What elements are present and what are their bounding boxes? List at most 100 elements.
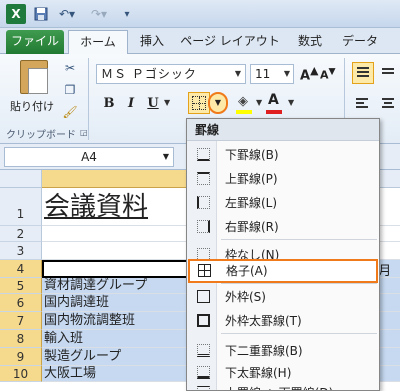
menu-item-label: 上罫線 + 下罫線(D): [225, 381, 333, 390]
menu-item-label: 右罫線(R): [225, 220, 279, 234]
align-line: [356, 102, 364, 104]
fill-color-dropdown-icon[interactable]: ▼: [256, 98, 262, 107]
grow-font-label: A: [300, 68, 311, 84]
menu-item-label: 外枠(S): [225, 290, 266, 304]
row-header[interactable]: 7: [0, 312, 42, 330]
shrink-font-button[interactable]: A▼: [320, 66, 336, 82]
tab-page-layout[interactable]: ページ レイアウト: [180, 30, 280, 54]
excel-app-icon[interactable]: X: [6, 4, 26, 24]
paste-label: 貼り付け: [10, 100, 54, 113]
group-divider: [88, 58, 89, 140]
menu-separator: [221, 333, 377, 334]
grow-font-button[interactable]: A▲: [300, 64, 318, 83]
align-line: [356, 106, 368, 108]
tab-home[interactable]: ホーム: [68, 30, 128, 54]
menu-item-bottom-double-border[interactable]: 下二重罫線(B): [187, 339, 379, 363]
menu-item-all-borders[interactable]: 格子(A): [188, 259, 378, 283]
menu-item-left-border[interactable]: 左罫線(L): [187, 191, 379, 215]
font-size-select[interactable]: 11 ▼: [250, 64, 294, 84]
row-header[interactable]: 4: [0, 260, 42, 278]
bottom-border-icon: [197, 148, 210, 161]
borders-button[interactable]: [188, 92, 210, 114]
customize-qat-icon[interactable]: ▾: [120, 4, 134, 24]
align-line: [357, 67, 369, 69]
menu-item-label: 上罫線(P): [225, 172, 278, 186]
format-painter-icon[interactable]: 🖌: [62, 104, 78, 120]
undo-icon[interactable]: ↶▾: [56, 4, 78, 24]
all-borders-icon: [198, 264, 211, 277]
row-header[interactable]: 9: [0, 348, 42, 366]
tab-formulas[interactable]: 数式: [288, 30, 332, 54]
chevron-down-icon: ▼: [162, 152, 169, 161]
clipboard-launcher-icon[interactable]: ◲: [80, 128, 88, 137]
font-color-dropdown-icon[interactable]: ▼: [288, 98, 294, 107]
borders-dropdown-button[interactable]: ▼: [208, 92, 228, 114]
align-line: [382, 72, 394, 74]
row-header[interactable]: 10: [0, 366, 42, 382]
redo-icon[interactable]: ↷▾: [88, 4, 110, 24]
tab-data[interactable]: データ: [338, 30, 382, 54]
underline-dropdown-icon[interactable]: ▼: [164, 98, 170, 107]
top-border-icon: [197, 172, 210, 185]
left-border-icon: [197, 196, 210, 209]
clipboard-group-label: クリップボード: [6, 130, 76, 141]
border-grid-icon: [192, 96, 206, 110]
menu-item-label: 下罫線(B): [225, 148, 279, 162]
name-box-value: A4: [81, 150, 97, 164]
menu-item-top-and-bottom-border[interactable]: 上罫線 + 下罫線(D): [187, 381, 379, 390]
row-header[interactable]: 2: [0, 226, 42, 242]
chevron-down-icon: ▼: [234, 69, 242, 78]
menu-item-bottom-border[interactable]: 下罫線(B): [187, 143, 379, 167]
name-box[interactable]: A4 ▼: [4, 147, 174, 167]
chevron-down-icon: ▼: [283, 69, 290, 78]
menu-item-right-border[interactable]: 右罫線(R): [187, 215, 379, 239]
shrink-font-label: A: [320, 68, 329, 82]
align-left-button[interactable]: [352, 94, 374, 116]
align-line: [382, 106, 394, 108]
font-color-button[interactable]: A: [268, 92, 279, 108]
copy-icon[interactable]: ❐: [62, 82, 78, 98]
title-bar: X ↶▾ ↷▾ ▾: [0, 0, 400, 28]
font-size-value: 11: [255, 67, 271, 81]
underline-button[interactable]: U: [144, 94, 162, 114]
align-middle-button[interactable]: [378, 62, 400, 84]
fill-color-icon[interactable]: ◈: [238, 94, 248, 109]
save-icon[interactable]: [32, 4, 50, 24]
menu-item-label: 下二重罫線(B): [225, 344, 303, 358]
align-line: [382, 98, 394, 100]
font-name-value: ＭＳ Ｐゴシック: [101, 67, 197, 81]
bottom-double-border-icon: [197, 344, 210, 357]
italic-button[interactable]: I: [122, 94, 140, 114]
row-header[interactable]: 8: [0, 330, 42, 348]
row-header[interactable]: 1: [0, 188, 42, 226]
right-border-icon: [197, 220, 210, 233]
row-header[interactable]: 6: [0, 294, 42, 312]
borders-menu-header: 罫線: [187, 119, 379, 141]
menu-separator: [221, 283, 377, 284]
paste-button[interactable]: 貼り付け: [8, 58, 54, 122]
fill-color-swatch: [236, 110, 252, 114]
align-top-button[interactable]: [352, 62, 374, 84]
menu-item-thick-box-border[interactable]: 外枠太罫線(T): [187, 309, 379, 333]
row-header[interactable]: 5: [0, 278, 42, 294]
align-line: [357, 71, 369, 73]
bold-button[interactable]: B: [100, 94, 118, 114]
outside-borders-icon: [197, 290, 210, 303]
menu-item-outside-borders[interactable]: 外枠(S): [187, 285, 379, 309]
top-and-bottom-border-icon: [197, 386, 210, 390]
tab-file[interactable]: ファイル: [6, 30, 64, 54]
align-line: [356, 98, 368, 100]
font-name-select[interactable]: ＭＳ Ｐゴシック ▼: [96, 64, 246, 84]
menu-item-label: 外枠太罫線(T): [225, 314, 302, 328]
cut-icon[interactable]: ✂: [62, 60, 78, 76]
menu-item-top-border[interactable]: 上罫線(P): [187, 167, 379, 191]
tab-insert[interactable]: 挿入: [130, 30, 174, 54]
row-header[interactable]: 3: [0, 242, 42, 260]
align-center-button[interactable]: [378, 94, 400, 116]
select-all-corner[interactable]: [0, 170, 42, 188]
menu-item-label: 格子(A): [226, 264, 268, 278]
menu-item-label: 左罫線(L): [225, 196, 278, 210]
thick-bottom-border-icon: [197, 366, 210, 379]
align-line: [384, 102, 392, 104]
paste-paper-icon: [28, 68, 48, 94]
